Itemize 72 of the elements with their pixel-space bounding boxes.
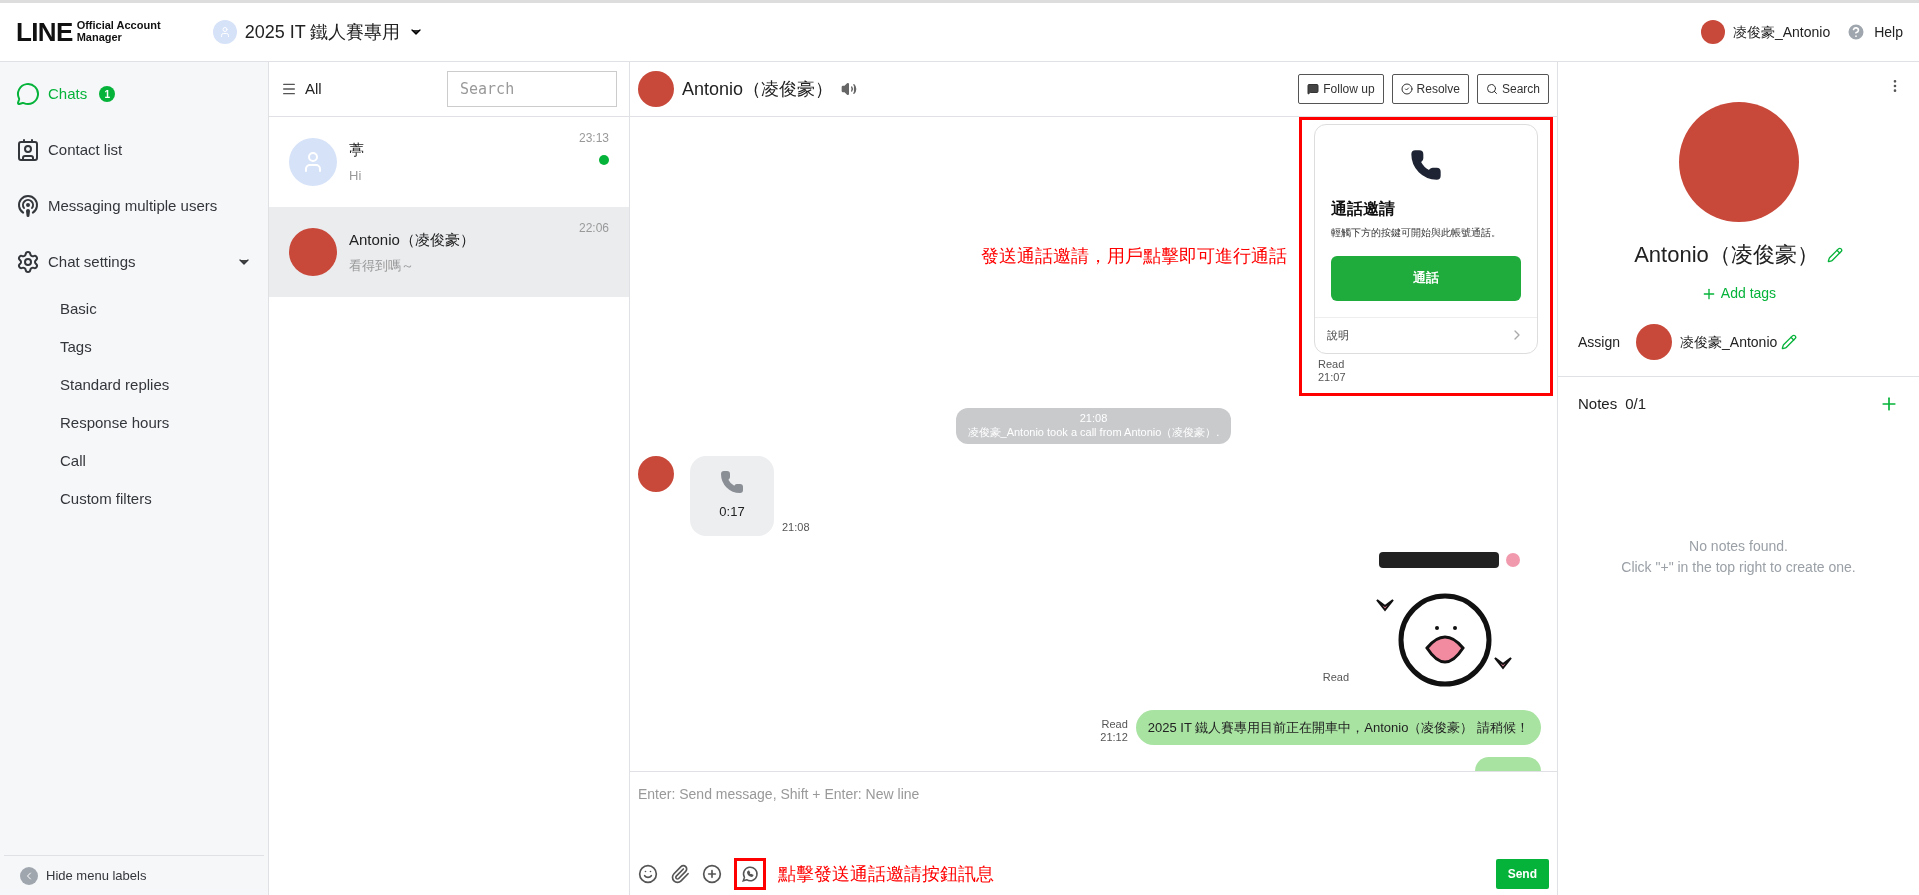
toolbar-button[interactable]: Follow up [1298, 74, 1384, 104]
sidebar-subitem[interactable]: Call [0, 442, 268, 480]
message-preview: 看得到嗎～ [349, 256, 415, 275]
speaker-icon[interactable] [841, 81, 858, 97]
read-status: Read [1322, 670, 1349, 685]
message-time: 21:07 [1317, 371, 1347, 385]
broadcast-icon [16, 194, 40, 218]
notes-title: Notes [1578, 394, 1618, 414]
hide-menu-labels-link[interactable]: Hide menu labels [46, 865, 147, 886]
paperclip-icon[interactable] [670, 864, 690, 884]
annotation-text: 發送通話邀請，用戶點擊即可進行通話 [981, 244, 1287, 268]
contact-name: 葶 [349, 140, 365, 160]
empty-notes-text: No notes found. [1689, 536, 1788, 556]
chat-title: Antonio（凌俊豪） [682, 77, 834, 101]
card-title: 通話邀請 [1330, 198, 1396, 219]
assign-label: Assign [1578, 332, 1621, 352]
plus-circle-icon[interactable] [702, 864, 722, 884]
avatar-photo-placeholder [1636, 324, 1673, 360]
sidebar-subitem[interactable]: Standard replies [0, 366, 268, 404]
message-input[interactable]: Enter: Send message, Shift + Enter: New line [638, 772, 1549, 853]
empty-notes-hint: Click "+" in the top right to create one. [1621, 557, 1856, 577]
message-time: 21:12 [1100, 731, 1128, 745]
message-time: 23:13 [578, 130, 609, 147]
phone-icon [720, 469, 744, 494]
pencil-icon[interactable] [1781, 334, 1798, 350]
sidebar-subitem[interactable]: Tags [0, 328, 268, 366]
smile-icon[interactable] [638, 864, 658, 884]
user-name[interactable]: 凌俊豪_Antonio [1732, 21, 1831, 43]
message-time: 22:06 [578, 220, 609, 237]
speech-bubble-icon [1307, 83, 1320, 95]
help-link[interactable]: Help [1874, 21, 1903, 43]
contact-name: Antonio（凌俊豪） [349, 230, 476, 250]
avatar-photo-placeholder [638, 71, 674, 107]
search-icon [1485, 83, 1498, 95]
assignee-name: 凌俊豪_Antonio [1680, 332, 1778, 352]
filter-label[interactable]: All [305, 77, 322, 101]
sidebar-item[interactable]: Chat settings [0, 234, 268, 290]
sidebar-subitem[interactable]: Response hours [0, 404, 268, 442]
sidebar-item[interactable]: Messaging multiple users [0, 178, 268, 234]
call-duration: 0:17 [719, 502, 745, 521]
notes-count: 0/1 [1625, 394, 1647, 414]
toolbar-button[interactable]: Resolve [1391, 74, 1469, 104]
account-selector[interactable]: 2025 IT 鐵人賽專用 [212, 18, 425, 46]
pencil-icon[interactable] [1826, 246, 1843, 263]
unread-count-badge: 1 [99, 86, 116, 102]
settings-icon [16, 250, 40, 274]
phone-icon [1410, 148, 1442, 181]
phone-bubble-icon [741, 865, 759, 883]
read-status: Read [1101, 717, 1128, 732]
check-circle-icon [1400, 83, 1413, 95]
message-time: 21:08 [782, 520, 810, 535]
message-bubble: 2025 IT 鐵人賽專用目前正在開車中，Antonio（凌俊豪） 請稍候！ [1135, 709, 1541, 745]
call-invite-button[interactable] [734, 858, 766, 890]
help-link[interactable]: 說明 [1327, 326, 1349, 344]
contact-card-icon [16, 138, 40, 162]
sidebar-subitem[interactable]: Custom filters [0, 480, 268, 518]
message-preview: Hi [349, 166, 363, 185]
profile-name: Antonio（凌俊豪） [1634, 241, 1819, 269]
read-status: Read [1317, 357, 1346, 372]
message-bubble [1475, 757, 1541, 771]
sidebar-subitem[interactable]: Basic [0, 290, 268, 328]
account-avatar-icon [212, 20, 237, 44]
menu-icon[interactable] [281, 81, 297, 97]
card-description: 輕觸下方的按鍵可開始與此帳號通話。 [1330, 225, 1502, 240]
annotation-text: 點擊發送通話邀請按鈕訊息 [778, 862, 994, 886]
toolbar-button[interactable]: Search [1476, 74, 1549, 104]
avatar-photo-placeholder [638, 455, 674, 492]
sidebar-item[interactable]: Contact list [0, 122, 268, 178]
conversation-item[interactable]: Antonio（凌俊豪） 看得到嗎～ 22:06 [269, 207, 629, 297]
search-field[interactable]: Search [447, 71, 617, 107]
chat-bubble-icon [16, 82, 40, 106]
avatar-photo-placeholder [1700, 20, 1725, 44]
